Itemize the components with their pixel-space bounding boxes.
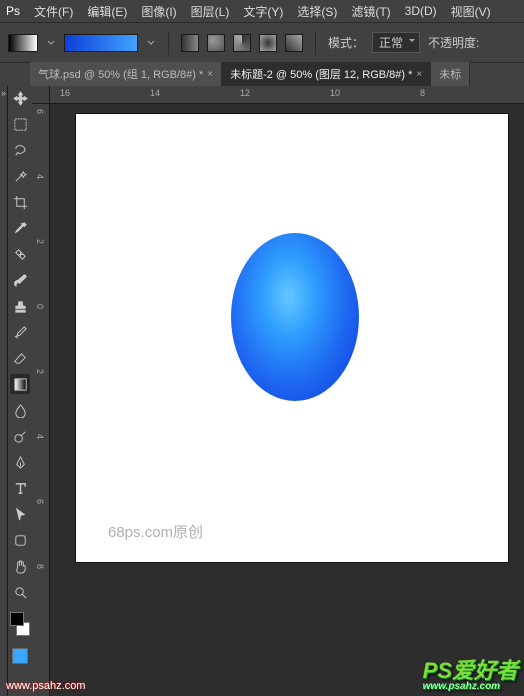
- tab-label: 未标题-2 @ 50% (图层 12, RGB/8#) *: [230, 66, 412, 82]
- separator: [168, 31, 169, 55]
- ruler-tick: 6: [35, 499, 45, 504]
- wand-tool-icon[interactable]: [10, 166, 30, 186]
- shape-tool-icon[interactable]: [10, 530, 30, 550]
- path-select-icon[interactable]: [10, 504, 30, 524]
- ruler-tick: 12: [240, 88, 250, 98]
- menu-select[interactable]: 选择(S): [297, 3, 337, 20]
- chevron-down-icon[interactable]: [146, 38, 156, 48]
- lasso-tool-icon[interactable]: [10, 140, 30, 160]
- document-tab[interactable]: 未标题-2 @ 50% (图层 12, RGB/8#) * ×: [222, 62, 431, 86]
- gradient-diamond-icon[interactable]: [285, 34, 303, 52]
- pen-tool-icon[interactable]: [10, 452, 30, 472]
- ps-logo: Ps: [6, 4, 20, 18]
- menu-filter[interactable]: 滤镜(T): [351, 3, 390, 20]
- ruler-tick: 2: [35, 239, 45, 244]
- ruler-tick: 0: [35, 304, 45, 309]
- blend-mode-select[interactable]: 正常: [372, 32, 420, 53]
- left-margin: »: [0, 86, 8, 696]
- horizontal-ruler: 16 14 12 10 8: [50, 86, 524, 104]
- menu-text[interactable]: 文字(Y): [243, 3, 283, 20]
- marquee-tool-icon[interactable]: [10, 114, 30, 134]
- menu-layer[interactable]: 图层(L): [191, 3, 230, 20]
- document-tabs: 气球.psd @ 50% (组 1, RGB/8#) * × 未标题-2 @ 50…: [0, 62, 524, 86]
- document-tab[interactable]: 未标: [431, 62, 470, 86]
- toolbox: [8, 86, 32, 696]
- gradient-reflected-icon[interactable]: [259, 34, 277, 52]
- gradient-tool-icon[interactable]: [10, 374, 30, 394]
- vertical-ruler: 6 4 2 0 2 4 6 8: [32, 104, 50, 696]
- ruler-tick: 14: [150, 88, 160, 98]
- watermark-text: 68ps.com原创: [108, 521, 203, 542]
- ruler-corner: [32, 86, 50, 104]
- gradient-preset-swatch[interactable]: [8, 34, 38, 52]
- move-tool-icon[interactable]: [10, 88, 30, 108]
- current-gradient-swatch[interactable]: [64, 34, 138, 52]
- gradient-angle-icon[interactable]: [233, 34, 251, 52]
- hand-tool-icon[interactable]: [10, 556, 30, 576]
- tab-label: 气球.psd @ 50% (组 1, RGB/8#) *: [38, 66, 203, 82]
- menu-3d[interactable]: 3D(D): [405, 4, 437, 18]
- ruler-tick: 16: [60, 88, 70, 98]
- history-brush-icon[interactable]: [10, 322, 30, 342]
- footer-overlay: www.psahz.com PS爱好者 www.psahz.com: [0, 649, 524, 696]
- canvas[interactable]: 68ps.com原创: [76, 114, 508, 562]
- work-area: 16 14 12 10 8 6 4 2 0 2 4 6 8 68ps.com原创: [32, 86, 524, 696]
- site-logo: PS爱好者 www.psahz.com: [423, 653, 518, 692]
- separator: [315, 31, 316, 55]
- balloon-shape: [231, 233, 359, 401]
- type-tool-icon[interactable]: [10, 478, 30, 498]
- eraser-tool-icon[interactable]: [10, 348, 30, 368]
- menu-bar: Ps 文件(F) 编辑(E) 图像(I) 图层(L) 文字(Y) 选择(S) 滤…: [0, 0, 524, 22]
- close-icon[interactable]: ×: [207, 69, 213, 80]
- ruler-tick: 2: [35, 369, 45, 374]
- opacity-label: 不透明度:: [428, 34, 479, 51]
- ruler-tick: 4: [35, 174, 45, 179]
- menu-view[interactable]: 视图(V): [451, 3, 491, 20]
- mode-label: 模式：: [328, 34, 364, 51]
- brush-tool-icon[interactable]: [10, 270, 30, 290]
- close-icon[interactable]: ×: [416, 69, 422, 80]
- crop-tool-icon[interactable]: [10, 192, 30, 212]
- ruler-tick: 8: [35, 564, 45, 569]
- document-tab[interactable]: 气球.psd @ 50% (组 1, RGB/8#) * ×: [30, 62, 222, 86]
- foreground-color-swatch[interactable]: [10, 612, 24, 626]
- site-url: www.psahz.com: [6, 680, 85, 692]
- ruler-tick: 10: [330, 88, 340, 98]
- heal-tool-icon[interactable]: [10, 244, 30, 264]
- ruler-tick: 8: [420, 88, 425, 98]
- ruler-tick: 4: [35, 434, 45, 439]
- ruler-tick: 6: [35, 109, 45, 114]
- menu-edit[interactable]: 编辑(E): [87, 3, 127, 20]
- zoom-tool-icon[interactable]: [10, 582, 30, 602]
- collapse-icon[interactable]: »: [0, 86, 7, 98]
- chevron-down-icon[interactable]: [46, 38, 56, 48]
- color-swatches[interactable]: [10, 612, 30, 636]
- dodge-tool-icon[interactable]: [10, 426, 30, 446]
- eyedropper-tool-icon[interactable]: [10, 218, 30, 238]
- menu-file[interactable]: 文件(F): [34, 3, 73, 20]
- options-bar: 模式： 正常 不透明度:: [0, 22, 524, 62]
- menu-image[interactable]: 图像(I): [141, 3, 176, 20]
- gradient-linear-icon[interactable]: [181, 34, 199, 52]
- gradient-radial-icon[interactable]: [207, 34, 225, 52]
- tab-label: 未标: [439, 66, 461, 82]
- blur-tool-icon[interactable]: [10, 400, 30, 420]
- brand-text: PS爱好者: [423, 658, 518, 683]
- stamp-tool-icon[interactable]: [10, 296, 30, 316]
